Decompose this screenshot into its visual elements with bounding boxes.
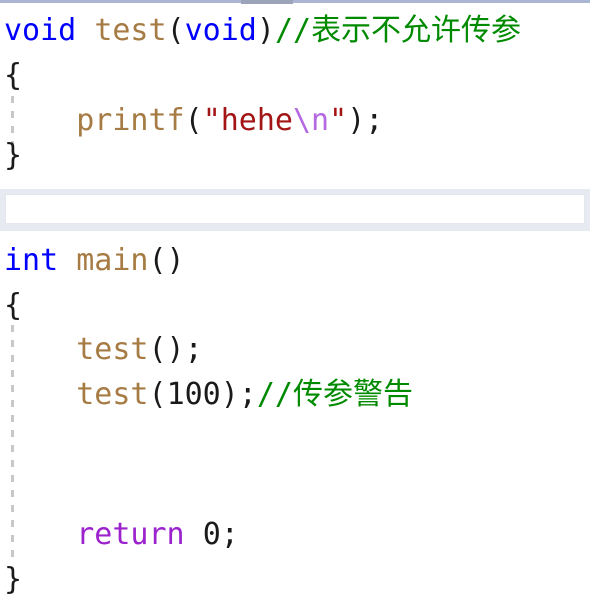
token-keyword: int — [4, 243, 59, 278]
code-line-text: } — [4, 557, 22, 602]
code-line[interactable]: return 0; — [0, 512, 590, 557]
code-line[interactable] — [0, 417, 590, 462]
code-line[interactable]: } — [0, 557, 590, 602]
code-line-text: test(100);//传参警告 — [4, 372, 413, 417]
code-line[interactable]: int main() — [0, 238, 590, 283]
token-func: test — [76, 332, 149, 367]
code-line-text: } — [4, 133, 22, 178]
token-control: return — [76, 517, 185, 552]
token-punct: ( — [148, 377, 167, 412]
code-line[interactable] — [0, 196, 590, 241]
code-line-text: { — [4, 53, 22, 98]
token-comment: // — [256, 377, 293, 412]
code-line[interactable] — [0, 462, 590, 507]
token-punct: ) — [256, 13, 275, 48]
code-line[interactable]: { — [0, 283, 590, 328]
code-line[interactable]: } — [0, 133, 590, 178]
token-number: 0 — [202, 517, 221, 552]
code-editor[interactable]: void test(void)//表示不允许传参{ printf("hehe\n… — [0, 0, 590, 605]
code-surface[interactable]: void test(void)//表示不允许传参{ printf("hehe\n… — [0, 0, 590, 605]
code-line-text: int main() — [4, 238, 185, 283]
code-line[interactable]: void test(void)//表示不允许传参 — [0, 8, 590, 53]
token-number: 100 — [166, 377, 221, 412]
token-punct: { — [4, 288, 23, 323]
token-punct: () — [148, 243, 185, 278]
token-punct: ); — [220, 377, 257, 412]
code-line[interactable]: { — [0, 53, 590, 98]
token-keyword: void — [4, 13, 77, 48]
token-punct: ( — [166, 13, 185, 48]
token-func: main — [76, 243, 149, 278]
code-line-text: return 0; — [4, 512, 239, 557]
token-punct: ; — [220, 517, 239, 552]
token-func: test — [76, 377, 149, 412]
code-line[interactable]: test(); — [0, 327, 590, 372]
token-comment-cjk: 表示不允许传参 — [311, 13, 522, 48]
token-punct: } — [4, 562, 23, 597]
token-punct: (); — [148, 332, 203, 367]
code-line-text: test(); — [4, 327, 203, 372]
code-line-text: void test(void)//表示不允许传参 — [4, 8, 521, 53]
token-func: test — [94, 13, 167, 48]
token-punct: } — [4, 138, 23, 173]
token-keyword: void — [184, 13, 257, 48]
token-punct: { — [4, 58, 23, 93]
token-comment-cjk: 传参警告 — [293, 377, 413, 412]
code-line[interactable]: test(100);//传参警告 — [0, 372, 590, 417]
code-line-text: { — [4, 283, 22, 328]
token-comment: // — [274, 13, 312, 48]
